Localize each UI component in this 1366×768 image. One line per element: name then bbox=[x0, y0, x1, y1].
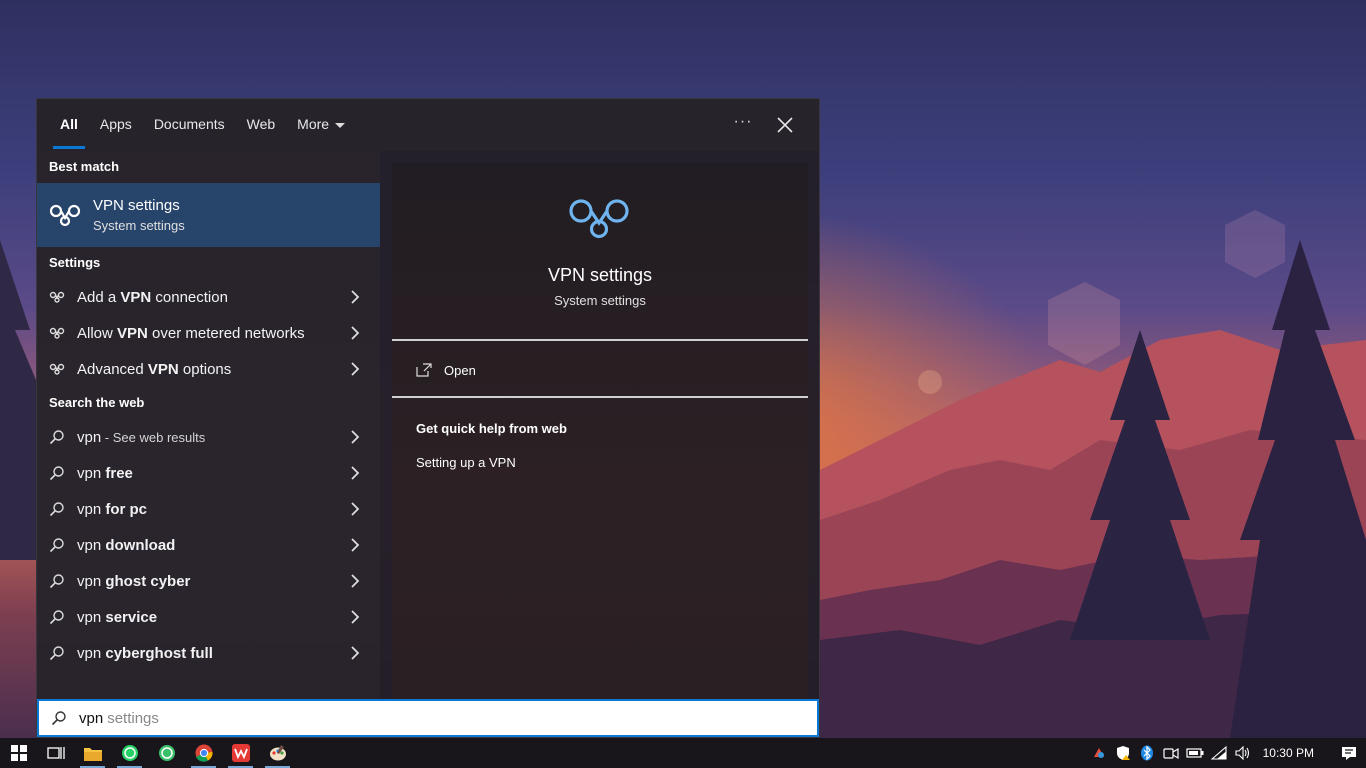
quick-help-heading: Get quick help from web bbox=[416, 421, 567, 436]
web-result-item[interactable]: vpn for pc bbox=[37, 491, 380, 527]
taskbar-file-explorer[interactable] bbox=[74, 738, 111, 768]
vpn-icon bbox=[569, 199, 629, 239]
web-result-item[interactable]: vpn download bbox=[37, 527, 380, 563]
search-icon bbox=[49, 610, 64, 625]
close-button[interactable] bbox=[773, 113, 797, 137]
notification-center-icon[interactable] bbox=[1332, 738, 1366, 768]
vpn-icon bbox=[49, 291, 65, 303]
settings-item-advanced-vpn[interactable]: Advanced VPN options bbox=[37, 351, 380, 387]
paint-icon bbox=[269, 745, 286, 761]
volume-icon[interactable] bbox=[1231, 738, 1255, 768]
results-list: Best match VPN settings System settings … bbox=[37, 151, 380, 699]
open-button[interactable]: Open bbox=[416, 359, 476, 381]
chevron-right-icon bbox=[351, 290, 360, 304]
wifi-icon[interactable] bbox=[1207, 738, 1231, 768]
search-window: All Apps Documents Web More ··· Best mat… bbox=[36, 98, 820, 738]
tab-documents[interactable]: Documents bbox=[143, 99, 236, 151]
meet-now-icon[interactable] bbox=[1159, 738, 1183, 768]
clock[interactable]: 10:30 PM bbox=[1263, 746, 1314, 760]
web-result-item[interactable]: vpn ghost cyber bbox=[37, 563, 380, 599]
vpn-icon bbox=[49, 363, 65, 375]
windows-icon bbox=[10, 745, 27, 761]
chevron-right-icon bbox=[351, 466, 360, 480]
best-match-heading: Best match bbox=[49, 159, 120, 174]
whatsapp-icon bbox=[121, 745, 138, 761]
divider bbox=[392, 339, 808, 341]
taskbar-whatsapp[interactable] bbox=[111, 738, 148, 768]
search-box[interactable]: vpn settings bbox=[37, 699, 819, 737]
taskbar-whatsapp-2[interactable] bbox=[148, 738, 185, 768]
web-result-item[interactable]: vpn - See web results bbox=[37, 419, 380, 455]
whatsapp-icon bbox=[158, 745, 175, 761]
folder-icon bbox=[83, 747, 102, 761]
settings-item-add-vpn[interactable]: Add a VPN connection bbox=[37, 279, 380, 315]
best-match-item[interactable]: VPN settings System settings bbox=[37, 183, 380, 247]
search-web-heading: Search the web bbox=[49, 395, 145, 410]
chevron-right-icon bbox=[351, 574, 360, 588]
vpn-icon bbox=[49, 327, 65, 339]
settings-item-allow-vpn-metered[interactable]: Allow VPN over metered networks bbox=[37, 315, 380, 351]
tab-web[interactable]: Web bbox=[236, 99, 287, 151]
start-button[interactable] bbox=[0, 738, 37, 768]
tab-apps[interactable]: Apps bbox=[89, 99, 143, 151]
search-icon bbox=[51, 711, 66, 726]
wps-office-icon bbox=[231, 744, 250, 762]
web-result-item[interactable]: vpn cyberghost full bbox=[37, 635, 380, 671]
search-tabs: All Apps Documents Web More ··· bbox=[37, 99, 819, 151]
best-match-subtitle: System settings bbox=[93, 218, 185, 233]
taskbar-wps-office[interactable] bbox=[222, 738, 259, 768]
chevron-right-icon bbox=[351, 610, 360, 624]
tray-app-icon[interactable] bbox=[1087, 738, 1111, 768]
search-icon bbox=[49, 430, 64, 445]
divider bbox=[392, 396, 808, 398]
chevron-right-icon bbox=[351, 362, 360, 376]
vpn-icon bbox=[49, 204, 81, 227]
chevron-down-icon bbox=[335, 122, 346, 128]
chevron-right-icon bbox=[351, 538, 360, 552]
shield-icon[interactable] bbox=[1111, 738, 1135, 768]
preview-pane: VPN settings System settings Open Get qu… bbox=[392, 163, 808, 699]
chrome-icon bbox=[195, 744, 213, 762]
search-input[interactable]: vpn bbox=[79, 710, 103, 727]
web-result-item[interactable]: vpn free bbox=[37, 455, 380, 491]
chevron-right-icon bbox=[351, 430, 360, 444]
chevron-right-icon bbox=[351, 502, 360, 516]
taskbar: 10:30 PM bbox=[0, 738, 1366, 768]
search-icon bbox=[49, 466, 64, 481]
taskbar-chrome[interactable] bbox=[185, 738, 222, 768]
more-options-icon[interactable]: ··· bbox=[731, 113, 755, 137]
settings-heading: Settings bbox=[49, 255, 101, 270]
chevron-right-icon bbox=[351, 646, 360, 660]
open-external-icon bbox=[416, 363, 432, 377]
tab-all[interactable]: All bbox=[49, 99, 89, 151]
battery-icon[interactable] bbox=[1183, 738, 1207, 768]
search-icon bbox=[49, 574, 64, 589]
bluetooth-icon[interactable] bbox=[1135, 738, 1159, 768]
search-suggestion: settings bbox=[107, 709, 159, 727]
preview-subtitle: System settings bbox=[554, 293, 646, 308]
web-result-item[interactable]: vpn service bbox=[37, 599, 380, 635]
best-match-title: VPN settings bbox=[93, 197, 180, 214]
search-icon bbox=[49, 538, 64, 553]
task-view-icon bbox=[46, 747, 65, 759]
taskbar-paint[interactable] bbox=[259, 738, 296, 768]
help-link-setting-up-vpn[interactable]: Setting up a VPN bbox=[416, 455, 516, 470]
close-icon bbox=[777, 117, 793, 133]
system-tray: 10:30 PM bbox=[1087, 738, 1366, 768]
task-view-button[interactable] bbox=[37, 738, 74, 768]
preview-title: VPN settings bbox=[547, 265, 653, 285]
tab-more[interactable]: More bbox=[286, 99, 356, 151]
search-icon bbox=[49, 646, 64, 661]
search-icon bbox=[49, 502, 64, 517]
chevron-right-icon bbox=[351, 326, 360, 340]
